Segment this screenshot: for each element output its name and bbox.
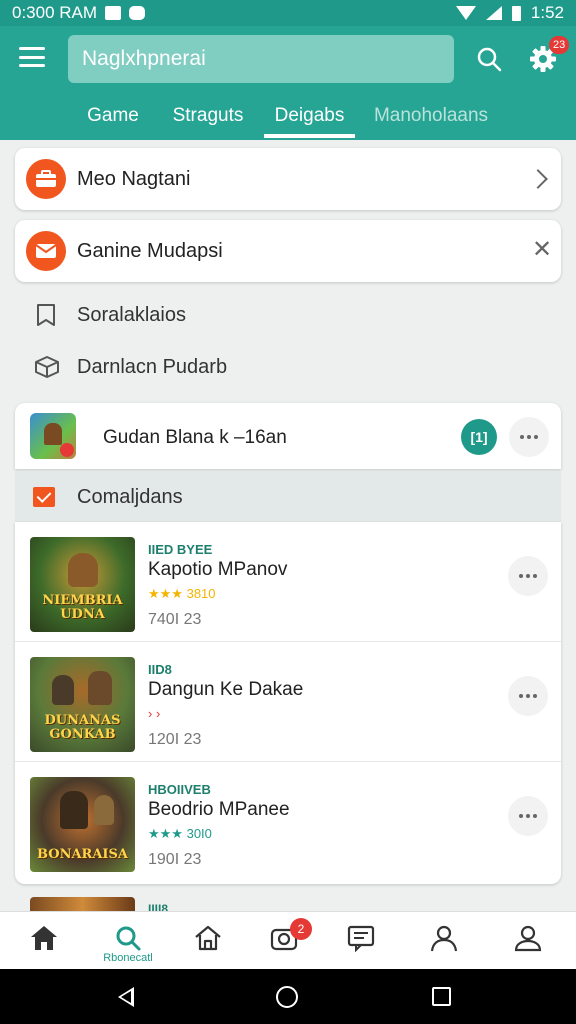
wifi-icon [455,6,476,20]
tab-game[interactable]: Game [70,92,156,140]
system-nav-bar [0,969,576,1024]
bookmark-icon [37,304,55,326]
game-size: 740I 23 [148,611,202,628]
briefcase-icon [26,159,66,199]
game-rating: ★★★ 3810 [148,586,216,602]
app-bar: Naglxhpnerai 23 [0,26,576,92]
back-icon[interactable] [118,987,134,1007]
checkbox-icon[interactable] [33,487,55,507]
row-darnlacn-pudarb[interactable]: Darnlacn Pudarb [15,345,561,389]
person-icon [430,925,458,952]
game-size: 120I 23 [148,731,202,748]
more-options-icon[interactable] [508,676,548,716]
rating-stars: ★★★ [148,586,183,601]
search-icon[interactable] [476,46,502,72]
menu-card-second[interactable]: Ganine Mudapsi ✕ [15,220,561,282]
house-icon [195,925,221,951]
game-list: NIEMBRIA UDNA IIED BYEE Kapotio MPanov ★… [15,522,561,884]
profile-icon [514,925,542,952]
search-icon [116,926,141,951]
game-name: Dangun Ke Dakae [148,679,304,700]
search-input[interactable]: Naglxhpnerai [68,35,454,83]
section-header: Comaljdans [15,472,561,522]
card-first-label: Meo Nagtani [77,168,191,190]
game-thumbnail-title: DUNANAS GONKAB [44,713,121,742]
nav-camera-badge: 2 [290,918,312,940]
more-options-icon[interactable] [508,796,548,836]
nav-search[interactable]: Rbonecatl [96,912,160,970]
home-circle-icon[interactable] [276,986,298,1008]
recent-apps-icon[interactable] [432,987,451,1006]
tab-deigabs[interactable]: Deigabs [264,92,355,140]
more-options-icon[interactable] [508,556,548,596]
bottom-nav: Rbonecatl 2 [0,911,576,969]
game-row-2[interactable]: DUNANAS GONKAB IID8 Dangun Ke Dakae › › … [15,642,561,762]
tab-straguts[interactable]: Straguts [160,92,256,140]
featured-game-card[interactable]: Gudan Blana k –16an [1] [15,403,561,469]
tab-bar: Game Straguts Deigabs Manoholaans [0,92,576,140]
game-row-1[interactable]: NIEMBRIA UDNA IIED BYEE Kapotio MPanov ★… [15,522,561,642]
game-thumbnail-title: BONARAISA [37,847,128,862]
featured-game-name: Gudan Blana k –16an [103,427,287,448]
section-label: Comaljdans [77,486,183,508]
rating-stars: › › [148,706,161,721]
game-thumbnail: BONARAISA [30,777,135,872]
card-second-label: Ganine Mudapsi [77,240,223,262]
nav-list[interactable] [329,912,393,970]
game-name: Beodrio MPanee [148,799,290,820]
rating-value: 30I0 [186,826,212,841]
message-icon [129,6,146,20]
rating-value: 3810 [186,586,216,601]
row-soralaklaios[interactable]: Soralaklaios [15,293,561,337]
nav-search-label: Rbonecatl [103,952,153,964]
close-icon[interactable]: ✕ [532,238,552,262]
list-icon [347,925,375,952]
row-soralaklaios-label: Soralaklaios [77,303,186,326]
chevron-right-icon [528,169,548,189]
battery-icon [511,5,521,21]
game-tag: HBOIIVEB [148,782,211,797]
game-name: Kapotio MPanov [148,559,288,580]
game-row-3[interactable]: BONARAISA HBOIIVEB Beodrio MPanee ★★★ 30… [15,762,561,882]
active-tab-indicator [264,134,355,138]
home-icon [31,926,57,950]
mail-icon [26,231,66,271]
game-tag: IIED BYEE [148,542,213,557]
menu-card-first[interactable]: Meo Nagtani [15,148,561,210]
game-rating: ★★★ 30I0 [148,826,212,842]
nav-profile[interactable] [496,912,560,970]
game-thumbnail-peek [30,897,135,911]
status-time-right: 1:52 [530,3,564,22]
more-options-icon[interactable] [509,417,549,457]
nav-camera[interactable]: 2 [252,912,316,970]
tab-manoholaans[interactable]: Manoholaans [365,92,497,140]
signal-icon [485,6,502,20]
nav-home[interactable] [12,912,76,970]
game-thumbnail: NIEMBRIA UDNA [30,537,135,632]
status-bar: 0:300 RAM 1:52 [0,0,576,26]
game-thumbnail: DUNANAS GONKAB [30,657,135,752]
box-icon [35,356,59,378]
rating-stars: ★★★ [148,826,183,841]
game-size: 190I 23 [148,851,202,868]
search-text: Naglxhpnerai [82,47,206,70]
nav-house[interactable] [176,912,240,970]
notification-icon [105,6,122,20]
game-thumbnail-title: NIEMBRIA UDNA [42,593,123,622]
status-time-left: 0:300 RAM [12,3,98,22]
notification-badge: 23 [549,36,570,54]
game-rating: › › [148,706,160,721]
row-darnlacn-pudarb-label: Darnlacn Pudarb [77,355,228,378]
featured-install-button[interactable]: [1] [461,419,497,455]
nav-person[interactable] [412,912,476,970]
featured-game-thumbnail [30,413,76,459]
menu-icon[interactable] [19,47,45,67]
game-tag: IID8 [148,662,172,677]
